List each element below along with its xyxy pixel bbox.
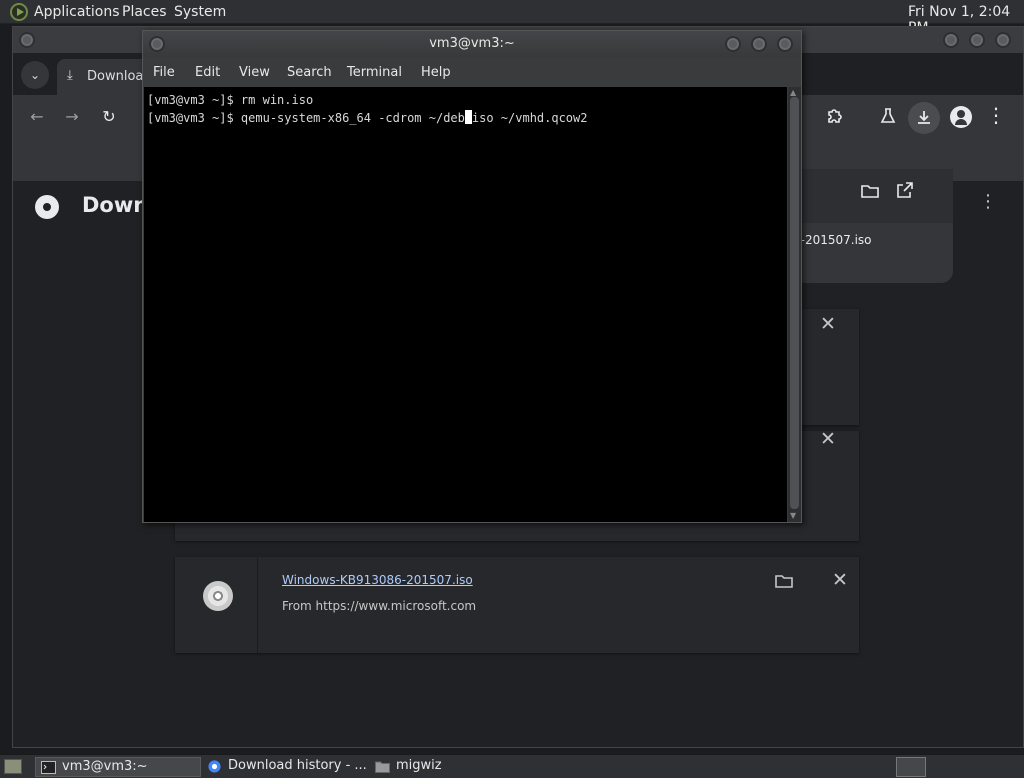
show-desktop-icon[interactable] — [4, 759, 22, 774]
reload-icon[interactable]: ↻ — [97, 107, 121, 126]
terminal-title: vm3@vm3:~ — [429, 36, 515, 51]
downloads-button[interactable] — [908, 102, 940, 134]
maximize-icon[interactable] — [969, 32, 985, 48]
menu-search[interactable]: Search — [287, 65, 332, 80]
menu-terminal[interactable]: Terminal — [347, 65, 402, 80]
back-icon[interactable]: ← — [25, 107, 49, 126]
terminal-window: vm3@vm3:~ File Edit View Search Terminal… — [142, 30, 802, 523]
gnome-foot-icon[interactable] — [10, 3, 28, 21]
taskbar-label: Download history - ... — [228, 758, 367, 773]
remove-download-icon[interactable]: ✕ — [817, 428, 839, 450]
bubble-download-item[interactable] — [793, 223, 953, 283]
menu-edit[interactable]: Edit — [195, 65, 220, 80]
close-window-icon[interactable] — [777, 36, 793, 52]
tab-search-button[interactable]: ⌄ — [21, 61, 49, 89]
menu-view[interactable]: View — [239, 65, 270, 80]
minimize-icon[interactable] — [725, 36, 741, 52]
menu-system[interactable]: System — [174, 4, 226, 20]
taskbar-label: migwiz — [396, 758, 442, 773]
chrome-menu-icon[interactable]: ⋮ — [984, 103, 1008, 127]
remove-download-icon[interactable]: ✕ — [829, 569, 851, 591]
download-card: Windows-KB913086-201507.iso From https:/… — [175, 557, 859, 653]
scroll-up-icon[interactable]: ▲ — [790, 88, 796, 97]
disc-file-icon — [203, 581, 233, 611]
labs-flask-icon[interactable] — [876, 107, 900, 129]
show-in-folder-icon[interactable] — [775, 573, 793, 593]
taskbar-item-terminal[interactable]: vm3@vm3:~ — [35, 757, 201, 777]
download-filename-link[interactable]: Windows-KB913086-201507.iso — [282, 573, 473, 587]
card-divider — [257, 557, 258, 653]
folder-icon — [375, 761, 390, 773]
terminal-screen[interactable]: [vm3@vm3 ~]$ rm win.iso [vm3@vm3 ~]$ qem… — [144, 87, 787, 522]
terminal-menubar: File Edit View Search Terminal Help — [143, 57, 801, 87]
text-cursor — [464, 110, 472, 124]
download-arrow-icon — [918, 111, 930, 124]
minimize-icon[interactable] — [943, 32, 959, 48]
open-new-tab-icon[interactable] — [897, 182, 913, 202]
window-menu-icon[interactable] — [19, 32, 35, 48]
top-panel: Applications Places System Fri Nov 1, 2:… — [0, 0, 1024, 36]
terminal-icon — [41, 761, 56, 774]
menu-places[interactable]: Places — [122, 4, 167, 20]
scroll-thumb[interactable] — [790, 97, 799, 509]
menu-file[interactable]: File — [153, 65, 175, 80]
terminal-line-prefix: [vm3@vm3 ~]$ qemu-system-x86_64 -cdrom ~… — [147, 111, 465, 125]
bottom-panel: vm3@vm3:~ Download history - ... migwiz — [0, 754, 1024, 778]
download-source: From https://www.microsoft.com — [282, 599, 477, 613]
terminal-line: [vm3@vm3 ~]$ rm win.iso — [147, 93, 314, 107]
extensions-icon[interactable] — [823, 107, 847, 129]
close-window-icon[interactable] — [995, 32, 1011, 48]
scroll-down-icon[interactable]: ▼ — [790, 511, 796, 520]
workspace-switcher-icon[interactable] — [896, 757, 926, 777]
more-actions-icon[interactable]: ⋮ — [979, 193, 997, 211]
terminal-scrollbar[interactable]: ▲ ▼ — [788, 87, 801, 522]
remove-download-icon[interactable]: ✕ — [817, 313, 839, 335]
download-icon: ⤓ — [67, 68, 73, 83]
terminal-line-suffix: iso ~/vmhd.qcow2 — [471, 111, 588, 125]
chrome-icon — [208, 760, 221, 773]
menu-applications[interactable]: Applications — [34, 4, 120, 20]
open-folder-icon[interactable] — [861, 183, 879, 203]
maximize-icon[interactable] — [751, 36, 767, 52]
bubble-filename: 6-201507.iso — [793, 233, 872, 247]
profile-avatar-icon[interactable] — [950, 106, 972, 128]
taskbar-item-migwiz[interactable]: migwiz — [370, 757, 480, 777]
terminal-titlebar[interactable]: vm3@vm3:~ — [143, 31, 801, 57]
forward-icon[interactable]: → — [60, 107, 84, 126]
menu-help[interactable]: Help — [421, 65, 451, 80]
chrome-logo-icon — [35, 195, 59, 219]
taskbar-item-browser[interactable]: Download history - ... — [202, 757, 368, 777]
taskbar-label: vm3@vm3:~ — [62, 759, 148, 774]
downloads-bubble: 6-201507.iso o — [793, 169, 953, 283]
